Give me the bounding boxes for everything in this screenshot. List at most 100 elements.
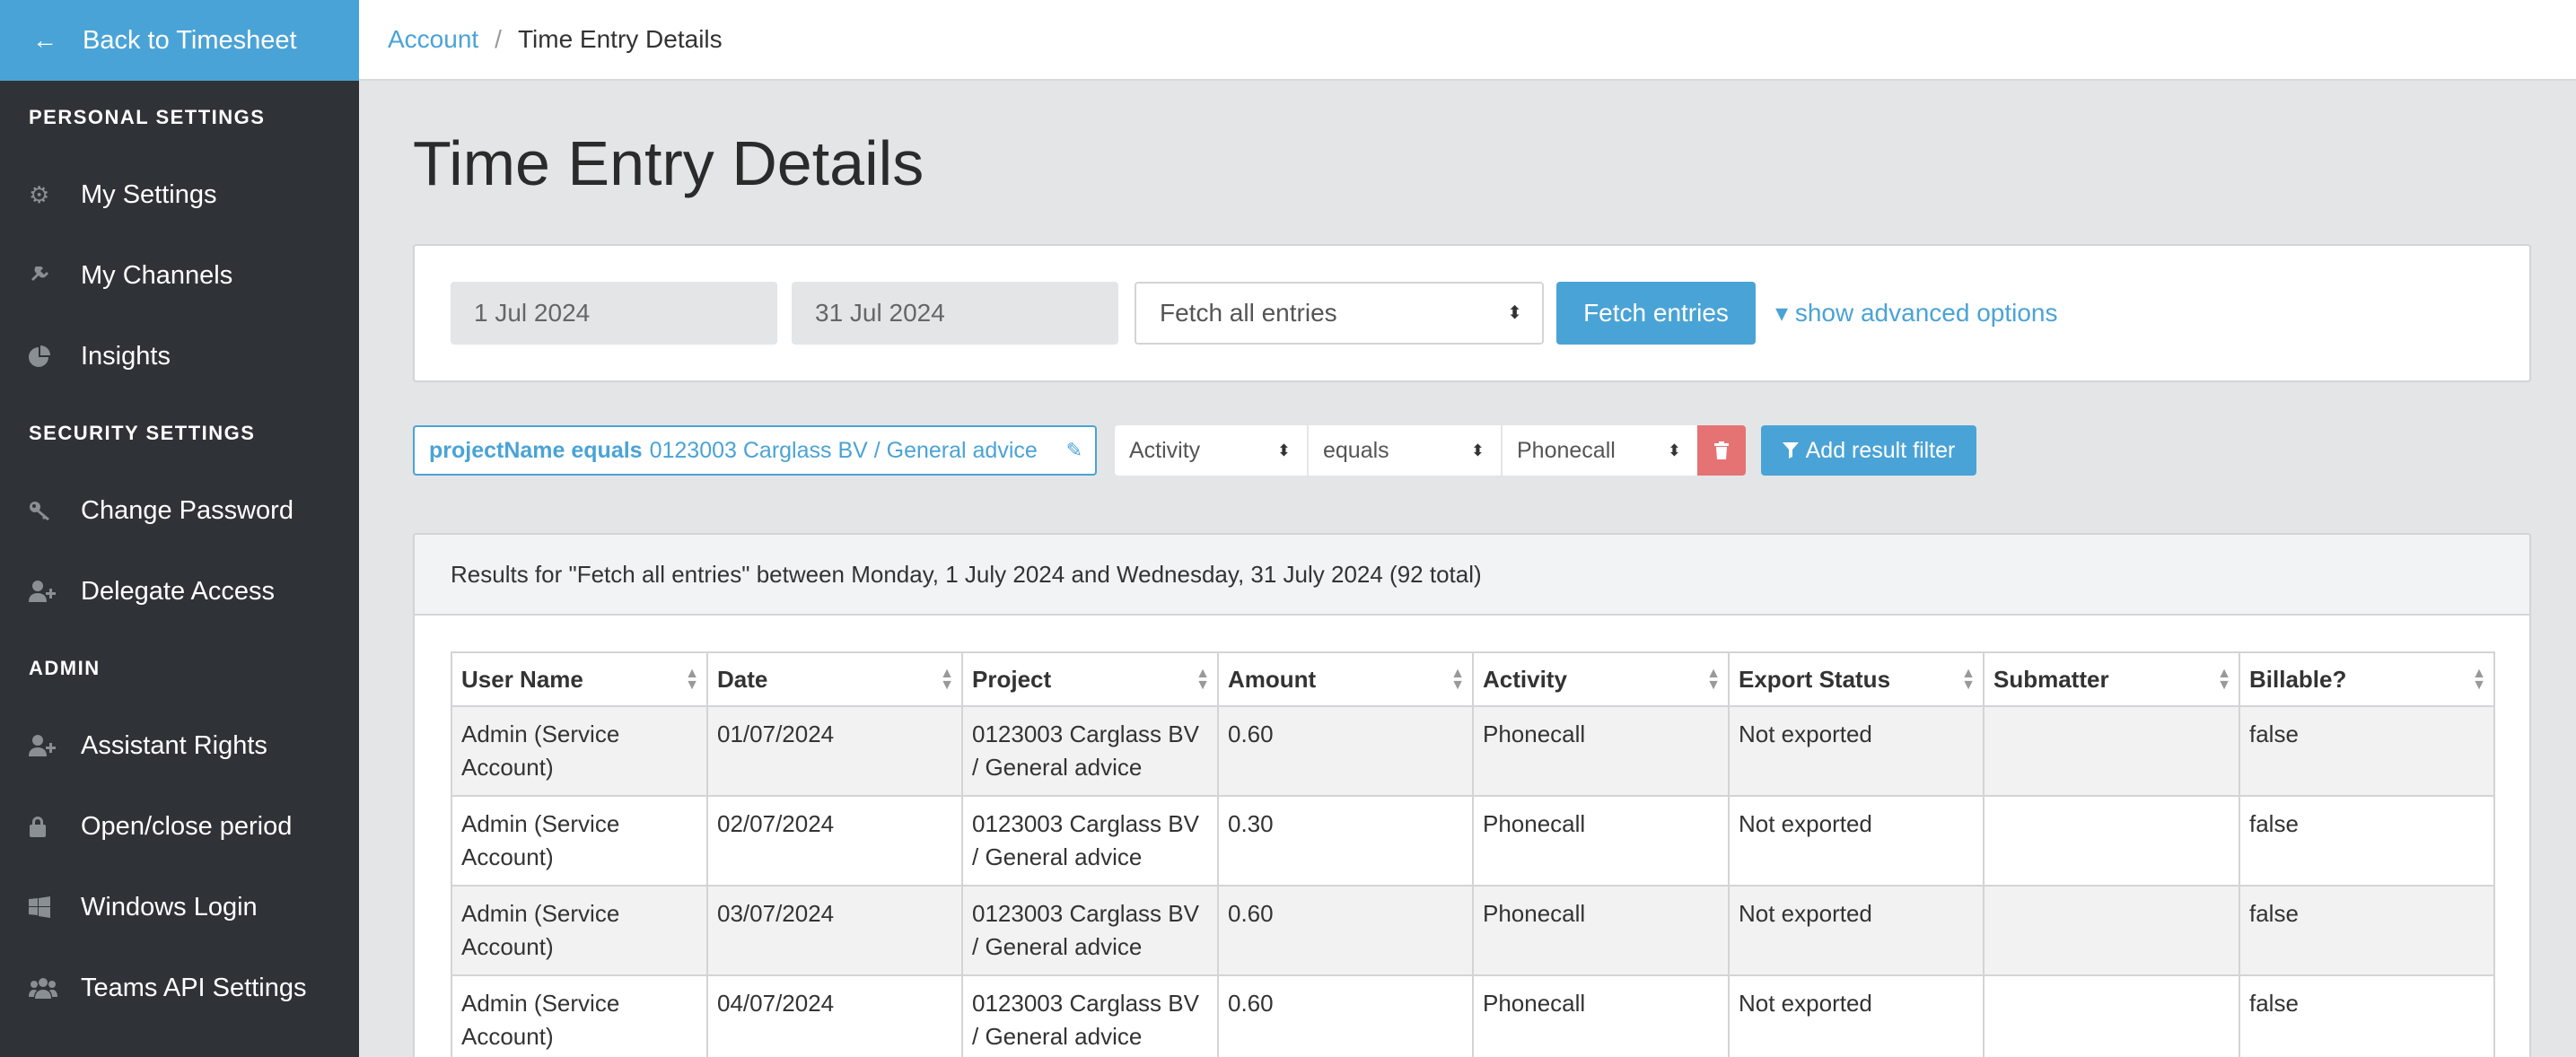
sidebar: ← Back to Timesheet PERSONAL SETTINGS ⚙ … bbox=[0, 0, 359, 1057]
sort-caret-icon: ⬍ bbox=[1276, 441, 1291, 459]
cell-activity: Phonecall bbox=[1472, 885, 1730, 976]
pie-chart-icon bbox=[29, 345, 81, 367]
back-to-timesheet-button[interactable]: ← Back to Timesheet bbox=[0, 0, 359, 81]
cell-submatter bbox=[1983, 795, 2240, 887]
column-header-date[interactable]: Date ▲ ▼ bbox=[706, 651, 963, 707]
lock-icon bbox=[29, 816, 81, 837]
filter-icon bbox=[1782, 442, 1799, 459]
cell-billable: false bbox=[2239, 885, 2495, 976]
column-header-label: Amount bbox=[1228, 665, 1317, 693]
query-panel: 1 Jul 2024 31 Jul 2024 Fetch all entries… bbox=[413, 244, 2531, 382]
advanced-link-label: show advanced options bbox=[1794, 299, 2058, 327]
table-row: Admin (Service Account) 04/07/2024 01230… bbox=[451, 974, 2495, 1057]
section-admin: ADMIN bbox=[29, 657, 101, 679]
sidebar-item-label: Insights bbox=[81, 341, 171, 371]
project-filter-chip[interactable]: projectName equals 0123003 Carglass BV /… bbox=[413, 425, 1097, 476]
section-personal-settings: PERSONAL SETTINGS bbox=[29, 106, 266, 128]
delete-filter-button[interactable] bbox=[1697, 425, 1746, 476]
sort-icon: ▲ ▼ bbox=[2217, 666, 2231, 693]
user-plus-icon bbox=[29, 735, 81, 756]
table-row: Admin (Service Account) 02/07/2024 01230… bbox=[451, 795, 2495, 887]
sidebar-item-label: Delegate Access bbox=[81, 576, 276, 606]
filter-field-select[interactable]: Activity ⬍ bbox=[1115, 425, 1309, 476]
sidebar-item-my-channels[interactable]: My Channels bbox=[0, 235, 359, 316]
sidebar-item-change-password[interactable]: Change Password bbox=[0, 470, 359, 551]
cell-export-status: Not exported bbox=[1728, 795, 1985, 887]
sidebar-item-label: Change Password bbox=[81, 495, 294, 525]
breadcrumb-current: Time Entry Details bbox=[517, 25, 723, 53]
sidebar-item-delegate-access[interactable]: Delegate Access bbox=[0, 551, 359, 632]
cell-date: 02/07/2024 bbox=[706, 795, 963, 887]
cell-user-name: Admin (Service Account) bbox=[451, 705, 708, 797]
table-row: Admin (Service Account) 03/07/2024 01230… bbox=[451, 885, 2495, 976]
main-content: Time Entry Details 1 Jul 2024 31 Jul 202… bbox=[359, 83, 2576, 1057]
cell-date: 01/07/2024 bbox=[706, 705, 963, 797]
filter-field-value: Activity bbox=[1129, 437, 1201, 463]
caret-down-icon: ▾ bbox=[1775, 299, 1789, 327]
cell-amount: 0.60 bbox=[1217, 885, 1474, 976]
filter-operator-value: equals bbox=[1323, 437, 1389, 463]
column-header-activity[interactable]: Activity ▲ ▼ bbox=[1472, 651, 1730, 707]
column-header-submatter[interactable]: Submatter ▲ ▼ bbox=[1983, 651, 2240, 707]
pencil-icon[interactable]: ✎ bbox=[1066, 439, 1082, 462]
add-result-filter-button[interactable]: Add result filter bbox=[1761, 425, 1976, 476]
cell-export-status: Not exported bbox=[1728, 974, 1985, 1057]
fetch-entries-button[interactable]: Fetch entries bbox=[1556, 282, 1756, 345]
cell-export-status: Not exported bbox=[1728, 885, 1985, 976]
breadcrumb-account-link[interactable]: Account bbox=[388, 25, 478, 54]
page-title: Time Entry Details bbox=[413, 128, 924, 198]
filter-chip-value: 0123003 Carglass BV / General advice bbox=[649, 437, 1038, 463]
sidebar-item-teams-api-settings[interactable]: Teams API Settings bbox=[0, 948, 359, 1028]
key-icon bbox=[29, 500, 81, 521]
filter-operator-select[interactable]: equals ⬍ bbox=[1309, 425, 1503, 476]
column-header-project[interactable]: Project ▲ ▼ bbox=[961, 651, 1219, 707]
filter-value-select[interactable]: Phonecall ⬍ bbox=[1503, 425, 1697, 476]
column-header-export-status[interactable]: Export Status ▲ ▼ bbox=[1728, 651, 1985, 707]
filter-chip-key: projectName equals bbox=[429, 437, 643, 463]
sidebar-item-open-close-period[interactable]: Open/close period bbox=[0, 786, 359, 867]
sort-icon: ▲ ▼ bbox=[940, 666, 954, 693]
results-summary: Results for "Fetch all entries" between … bbox=[415, 535, 2529, 616]
column-header-billable[interactable]: Billable? ▲ ▼ bbox=[2239, 651, 2495, 707]
sort-icon: ▲ ▼ bbox=[1961, 666, 1976, 693]
sidebar-item-assistant-rights[interactable]: Assistant Rights bbox=[0, 705, 359, 786]
column-header-label: Export Status bbox=[1739, 665, 1891, 693]
sort-icon: ▲ ▼ bbox=[685, 666, 699, 693]
sort-icon: ▲ ▼ bbox=[1450, 666, 1465, 693]
column-header-amount[interactable]: Amount ▲ ▼ bbox=[1217, 651, 1474, 707]
column-header-label: Date bbox=[717, 665, 768, 693]
arrow-left-icon: ← bbox=[32, 26, 57, 54]
results-panel: Results for "Fetch all entries" between … bbox=[413, 533, 2531, 1057]
cell-submatter bbox=[1983, 705, 2240, 797]
cell-export-status: Not exported bbox=[1728, 705, 1985, 797]
results-table: User Name ▲ ▼ Date ▲ ▼ Project ▲ ▼ Amount ▲ ▼ Ac… bbox=[451, 651, 2495, 1057]
cell-project: 0123003 Carglass BV / General advice bbox=[961, 795, 1219, 887]
windows-icon bbox=[29, 896, 81, 918]
sidebar-item-my-settings[interactable]: ⚙ My Settings bbox=[0, 154, 359, 235]
cell-amount: 0.60 bbox=[1217, 974, 1474, 1057]
users-icon bbox=[29, 977, 81, 999]
cell-submatter bbox=[1983, 974, 2240, 1057]
end-date-input[interactable]: 31 Jul 2024 bbox=[792, 282, 1118, 345]
fetch-mode-select[interactable]: Fetch all entries ⬍ bbox=[1135, 282, 1544, 345]
column-header-label: Activity bbox=[1483, 665, 1567, 693]
sort-caret-icon: ⬍ bbox=[1507, 303, 1522, 323]
filter-value-value: Phonecall bbox=[1517, 437, 1616, 463]
cell-billable: false bbox=[2239, 795, 2495, 887]
sidebar-item-windows-login[interactable]: Windows Login bbox=[0, 867, 359, 948]
trash-icon bbox=[1714, 441, 1729, 459]
sidebar-item-insights[interactable]: Insights bbox=[0, 316, 359, 397]
cell-project: 0123003 Carglass BV / General advice bbox=[961, 705, 1219, 797]
column-header-label: Project bbox=[972, 665, 1052, 693]
cell-date: 03/07/2024 bbox=[706, 885, 963, 976]
start-date-input[interactable]: 1 Jul 2024 bbox=[451, 282, 777, 345]
sidebar-item-label: Open/close period bbox=[81, 811, 293, 841]
breadcrumb: Account / Time Entry Details bbox=[359, 0, 2576, 81]
cell-activity: Phonecall bbox=[1472, 974, 1730, 1057]
sidebar-item-label: Assistant Rights bbox=[81, 730, 267, 760]
table-row: Admin (Service Account) 01/07/2024 01230… bbox=[451, 705, 2495, 797]
breadcrumb-separator: / bbox=[495, 25, 502, 53]
show-advanced-options-link[interactable]: ▾ show advanced options bbox=[1775, 298, 2058, 328]
sidebar-item-label: Windows Login bbox=[81, 892, 258, 922]
column-header-user-name[interactable]: User Name ▲ ▼ bbox=[451, 651, 708, 707]
